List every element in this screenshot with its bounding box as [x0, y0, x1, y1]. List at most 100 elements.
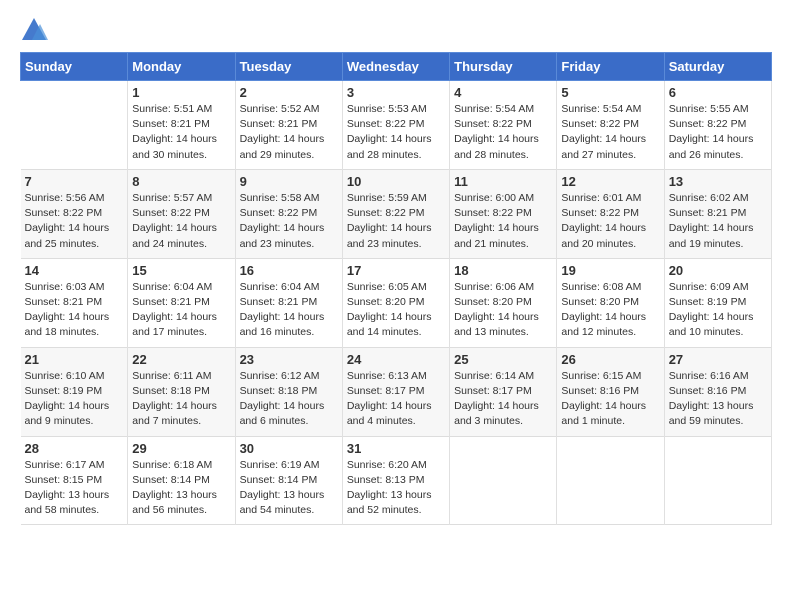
- day-number: 24: [347, 352, 445, 367]
- calendar-cell: 2 Sunrise: 5:52 AM Sunset: 8:21 PM Daylig…: [235, 81, 342, 170]
- day-number: 17: [347, 263, 445, 278]
- day-number: 10: [347, 174, 445, 189]
- calendar-cell: 26Sunrise: 6:15 AM Sunset: 8:16 PM Dayli…: [557, 347, 664, 436]
- day-info: Sunrise: 6:14 AM Sunset: 8:17 PM Dayligh…: [454, 369, 552, 430]
- day-number: 22: [132, 352, 230, 367]
- day-number: 1: [132, 85, 230, 100]
- calendar-cell: 28Sunrise: 6:17 AM Sunset: 8:15 PM Dayli…: [21, 436, 128, 525]
- day-info: Sunrise: 6:02 AM Sunset: 8:21 PM Dayligh…: [669, 191, 767, 252]
- day-info: Sunrise: 6:15 AM Sunset: 8:16 PM Dayligh…: [561, 369, 659, 430]
- calendar-cell: 5Sunrise: 5:54 AM Sunset: 8:22 PM Daylig…: [557, 81, 664, 170]
- calendar-cell: 27 Sunrise: 6:16 AM Sunset: 8:16 PM Dayli…: [664, 347, 771, 436]
- day-info: Sunrise: 6:04 AM Sunset: 8:21 PM Dayligh…: [240, 280, 338, 341]
- day-of-week-header: Saturday: [664, 53, 771, 81]
- calendar-cell: 7Sunrise: 5:56 AM Sunset: 8:22 PM Daylig…: [21, 169, 128, 258]
- day-number: 14: [25, 263, 124, 278]
- calendar-cell: 22 Sunrise: 6:11 AM Sunset: 8:18 PM Dayli…: [128, 347, 235, 436]
- day-info: Sunrise: 6:03 AM Sunset: 8:21 PM Dayligh…: [25, 280, 124, 341]
- calendar-week-row: 14 Sunrise: 6:03 AM Sunset: 8:21 PM Dayli…: [21, 258, 772, 347]
- day-info: Sunrise: 6:19 AM Sunset: 8:14 PM Dayligh…: [240, 458, 338, 519]
- day-info: Sunrise: 6:00 AM Sunset: 8:22 PM Dayligh…: [454, 191, 552, 252]
- day-number: 9: [240, 174, 338, 189]
- calendar-cell: 24 Sunrise: 6:13 AM Sunset: 8:17 PM Dayli…: [342, 347, 449, 436]
- day-number: 30: [240, 441, 338, 456]
- calendar-cell: 20Sunrise: 6:09 AM Sunset: 8:19 PM Dayli…: [664, 258, 771, 347]
- day-number: 21: [25, 352, 124, 367]
- day-number: 12: [561, 174, 659, 189]
- page-header: [20, 16, 772, 44]
- calendar-cell: 17 Sunrise: 6:05 AM Sunset: 8:20 PM Dayli…: [342, 258, 449, 347]
- day-info: Sunrise: 5:57 AM Sunset: 8:22 PM Dayligh…: [132, 191, 230, 252]
- calendar-cell: 25Sunrise: 6:14 AM Sunset: 8:17 PM Dayli…: [450, 347, 557, 436]
- day-info: Sunrise: 6:20 AM Sunset: 8:13 PM Dayligh…: [347, 458, 445, 519]
- day-info: Sunrise: 5:51 AM Sunset: 8:21 PM Dayligh…: [132, 102, 230, 163]
- day-number: 2: [240, 85, 338, 100]
- calendar-cell: 8 Sunrise: 5:57 AM Sunset: 8:22 PM Daylig…: [128, 169, 235, 258]
- calendar-cell: [557, 436, 664, 525]
- day-info: Sunrise: 6:08 AM Sunset: 8:20 PM Dayligh…: [561, 280, 659, 341]
- day-info: Sunrise: 6:13 AM Sunset: 8:17 PM Dayligh…: [347, 369, 445, 430]
- calendar-week-row: 21 Sunrise: 6:10 AM Sunset: 8:19 PM Dayli…: [21, 347, 772, 436]
- calendar-cell: 16 Sunrise: 6:04 AM Sunset: 8:21 PM Dayli…: [235, 258, 342, 347]
- day-number: 13: [669, 174, 767, 189]
- day-info: Sunrise: 5:55 AM Sunset: 8:22 PM Dayligh…: [669, 102, 767, 163]
- day-info: Sunrise: 6:18 AM Sunset: 8:14 PM Dayligh…: [132, 458, 230, 519]
- day-info: Sunrise: 5:54 AM Sunset: 8:22 PM Dayligh…: [561, 102, 659, 163]
- calendar-cell: 4Sunrise: 5:54 AM Sunset: 8:22 PM Daylig…: [450, 81, 557, 170]
- header-row: SundayMondayTuesdayWednesdayThursdayFrid…: [21, 53, 772, 81]
- day-info: Sunrise: 5:58 AM Sunset: 8:22 PM Dayligh…: [240, 191, 338, 252]
- calendar-cell: 6 Sunrise: 5:55 AM Sunset: 8:22 PM Daylig…: [664, 81, 771, 170]
- calendar-cell: 14 Sunrise: 6:03 AM Sunset: 8:21 PM Dayli…: [21, 258, 128, 347]
- day-of-week-header: Monday: [128, 53, 235, 81]
- logo-icon: [20, 16, 48, 44]
- calendar-body: 1 Sunrise: 5:51 AM Sunset: 8:21 PM Daylig…: [21, 81, 772, 525]
- day-number: 8: [132, 174, 230, 189]
- day-number: 15: [132, 263, 230, 278]
- calendar-header: SundayMondayTuesdayWednesdayThursdayFrid…: [21, 53, 772, 81]
- day-number: 16: [240, 263, 338, 278]
- calendar-cell: 29 Sunrise: 6:18 AM Sunset: 8:14 PM Dayli…: [128, 436, 235, 525]
- day-info: Sunrise: 6:04 AM Sunset: 8:21 PM Dayligh…: [132, 280, 230, 341]
- day-info: Sunrise: 6:11 AM Sunset: 8:18 PM Dayligh…: [132, 369, 230, 430]
- calendar-cell: 3 Sunrise: 5:53 AM Sunset: 8:22 PM Daylig…: [342, 81, 449, 170]
- calendar-week-row: 1 Sunrise: 5:51 AM Sunset: 8:21 PM Daylig…: [21, 81, 772, 170]
- calendar-cell: 30 Sunrise: 6:19 AM Sunset: 8:14 PM Dayli…: [235, 436, 342, 525]
- day-info: Sunrise: 5:53 AM Sunset: 8:22 PM Dayligh…: [347, 102, 445, 163]
- calendar-week-row: 28Sunrise: 6:17 AM Sunset: 8:15 PM Dayli…: [21, 436, 772, 525]
- day-info: Sunrise: 6:09 AM Sunset: 8:19 PM Dayligh…: [669, 280, 767, 341]
- calendar-cell: 15 Sunrise: 6:04 AM Sunset: 8:21 PM Dayli…: [128, 258, 235, 347]
- day-number: 29: [132, 441, 230, 456]
- logo: [20, 16, 52, 44]
- calendar-cell: 1 Sunrise: 5:51 AM Sunset: 8:21 PM Daylig…: [128, 81, 235, 170]
- day-info: Sunrise: 6:12 AM Sunset: 8:18 PM Dayligh…: [240, 369, 338, 430]
- day-number: 4: [454, 85, 552, 100]
- calendar-cell: 21 Sunrise: 6:10 AM Sunset: 8:19 PM Dayli…: [21, 347, 128, 436]
- calendar-cell: 23 Sunrise: 6:12 AM Sunset: 8:18 PM Dayli…: [235, 347, 342, 436]
- day-number: 7: [25, 174, 124, 189]
- day-number: 28: [25, 441, 124, 456]
- day-info: Sunrise: 6:05 AM Sunset: 8:20 PM Dayligh…: [347, 280, 445, 341]
- day-info: Sunrise: 6:06 AM Sunset: 8:20 PM Dayligh…: [454, 280, 552, 341]
- calendar-cell: 11 Sunrise: 6:00 AM Sunset: 8:22 PM Dayli…: [450, 169, 557, 258]
- calendar-cell: 12 Sunrise: 6:01 AM Sunset: 8:22 PM Dayli…: [557, 169, 664, 258]
- day-number: 27: [669, 352, 767, 367]
- day-info: Sunrise: 6:16 AM Sunset: 8:16 PM Dayligh…: [669, 369, 767, 430]
- calendar-cell: 31Sunrise: 6:20 AM Sunset: 8:13 PM Dayli…: [342, 436, 449, 525]
- calendar-week-row: 7Sunrise: 5:56 AM Sunset: 8:22 PM Daylig…: [21, 169, 772, 258]
- day-info: Sunrise: 6:10 AM Sunset: 8:19 PM Dayligh…: [25, 369, 124, 430]
- day-number: 6: [669, 85, 767, 100]
- day-info: Sunrise: 6:01 AM Sunset: 8:22 PM Dayligh…: [561, 191, 659, 252]
- day-info: Sunrise: 5:52 AM Sunset: 8:21 PM Dayligh…: [240, 102, 338, 163]
- calendar-cell: [450, 436, 557, 525]
- day-info: Sunrise: 5:59 AM Sunset: 8:22 PM Dayligh…: [347, 191, 445, 252]
- day-number: 23: [240, 352, 338, 367]
- day-number: 11: [454, 174, 552, 189]
- day-number: 19: [561, 263, 659, 278]
- calendar-cell: 13 Sunrise: 6:02 AM Sunset: 8:21 PM Dayli…: [664, 169, 771, 258]
- day-of-week-header: Friday: [557, 53, 664, 81]
- day-number: 3: [347, 85, 445, 100]
- calendar-cell: 19 Sunrise: 6:08 AM Sunset: 8:20 PM Dayli…: [557, 258, 664, 347]
- day-of-week-header: Sunday: [21, 53, 128, 81]
- calendar-cell: [664, 436, 771, 525]
- calendar-cell: 18Sunrise: 6:06 AM Sunset: 8:20 PM Dayli…: [450, 258, 557, 347]
